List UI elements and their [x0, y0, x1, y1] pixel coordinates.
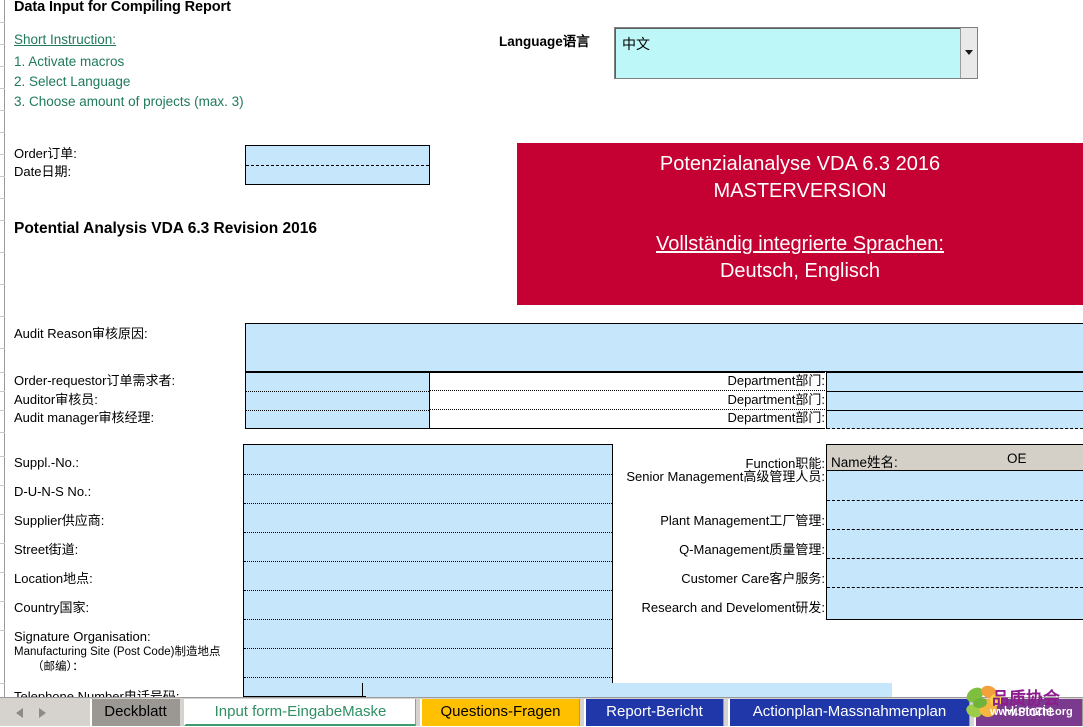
plant-management-label: Plant Management工厂管理: — [660, 513, 825, 528]
sheet-nav-arrows[interactable] — [6, 702, 78, 724]
research-development-label: Research and Develoment研发: — [641, 600, 825, 615]
banner-line-4: Deutsch, Englisch — [719, 260, 881, 282]
audit-reason-label: Audit Reason审核原因: — [14, 326, 148, 341]
duns-no-label: D-U-N-S No.: — [14, 484, 92, 499]
order-label: Order订单: — [14, 146, 77, 161]
spreadsheet-canvas: Data Input for Compiling Report Short In… — [0, 0, 1083, 726]
cell-divider — [827, 587, 1083, 588]
sheet-tab-actionplan[interactable]: Actionplan-Massnahmenplan — [728, 699, 970, 726]
cell-divider — [244, 590, 612, 591]
banner-line-1: Potenzialanalyse VDA 6.3 2016 — [659, 153, 941, 175]
language-selected-value: 中文 — [622, 36, 650, 52]
cell-divider — [246, 410, 429, 411]
potential-analysis-heading: Potential Analysis VDA 6.3 Revision 2016 — [14, 220, 317, 237]
supplier-label: Supplier供应商: — [14, 513, 105, 528]
sheet-tab-report[interactable]: Report-Bericht — [584, 699, 724, 726]
arrow-left-icon[interactable] — [16, 708, 23, 718]
short-instruction-heading: Short Instruction: — [14, 32, 117, 47]
cell-divider — [827, 529, 1083, 530]
cell-divider — [244, 648, 612, 649]
sheet-tab-deckblatt[interactable]: Deckblatt — [90, 699, 180, 726]
date-label: Date日期: — [14, 164, 72, 179]
language-label: Language语言 — [499, 34, 590, 49]
audit-manager-label: Audit manager审核经理: — [14, 410, 155, 425]
cell-divider — [244, 561, 612, 562]
cell-divider — [246, 391, 429, 392]
cell-divider — [244, 474, 612, 475]
order-requestor-label: Order-requestor订单需求者: — [14, 373, 176, 388]
cell-divider — [827, 500, 1083, 501]
oe-column-header: OE — [1007, 451, 1027, 466]
page-title: Data Input for Compiling Report — [14, 0, 231, 15]
auditor-label: Auditor审核员: — [14, 392, 98, 407]
department-input-group[interactable] — [826, 372, 1083, 429]
senior-management-label: Senior Management高级管理人员: — [626, 469, 825, 484]
audit-reason-input[interactable] — [245, 323, 1083, 372]
customer-care-label: Customer Care客户服务: — [681, 571, 825, 586]
sheet-tab-questions[interactable]: Questions-Fragen — [420, 699, 580, 726]
instruction-step-2: 2. Select Language — [14, 74, 131, 89]
q-management-label: Q-Management质量管理: — [679, 542, 825, 557]
name-column-header: Name姓名: — [831, 455, 898, 470]
chevron-down-icon[interactable] — [960, 28, 977, 78]
order-date-input-group[interactable] — [245, 145, 430, 185]
cell-divider — [244, 619, 612, 620]
supplier-input-group[interactable] — [243, 444, 613, 697]
audit-names-input-group[interactable] — [245, 372, 430, 429]
department-label-2: Department部门: — [727, 392, 825, 407]
language-select[interactable]: 中文 — [614, 27, 978, 79]
instruction-step-1: 1. Activate macros — [14, 54, 125, 69]
cell-divider — [827, 391, 1083, 392]
cell-divider — [244, 503, 612, 504]
cell-divider — [244, 532, 612, 533]
department-label-1: Department部门: — [727, 373, 825, 388]
country-label: Country国家: — [14, 600, 90, 615]
cell-divider — [827, 558, 1083, 559]
cell-divider — [430, 390, 825, 391]
masterversion-banner: Potenzialanalyse VDA 6.3 2016 MASTERVERS… — [517, 143, 1083, 305]
function-table-header: Name姓名: OE — [826, 444, 1083, 471]
cell-divider — [244, 677, 612, 678]
sheet-tab-input-form[interactable]: Input form-EingabeMaske — [184, 699, 416, 726]
column-divider — [362, 683, 363, 697]
instruction-step-3: 3. Choose amount of projects (max. 3) — [14, 94, 244, 109]
manufacturing-site-label: Manufacturing Site (Post Code)制造地点 — [14, 646, 221, 658]
banner-line-3: Vollständig integrierte Sprachen: — [656, 233, 944, 255]
function-input-group[interactable] — [826, 471, 1083, 620]
row-header-gutter — [0, 0, 5, 697]
sheet-tab-bar: Deckblatt Input form-EingabeMaske Questi… — [0, 697, 1083, 726]
sheet-tab-historie[interactable]: Historie — [974, 699, 1083, 726]
banner-line-2: MASTERVERSION — [713, 180, 887, 202]
cell-divider — [827, 428, 1083, 429]
supplier-no-label: Suppl.-No.: — [14, 455, 80, 470]
telephone-input[interactable] — [366, 683, 892, 697]
signature-org-label: Signature Organisation: — [14, 629, 151, 644]
manufacturing-site-label-line2: （邮编）： — [32, 661, 84, 673]
department-label-3: Department部门: — [727, 410, 825, 425]
street-label: Street街道: — [14, 542, 79, 557]
arrow-right-icon[interactable] — [39, 708, 46, 718]
cell-divider — [827, 410, 1083, 411]
cell-divider — [246, 165, 429, 166]
location-label: Location地点: — [14, 571, 93, 586]
